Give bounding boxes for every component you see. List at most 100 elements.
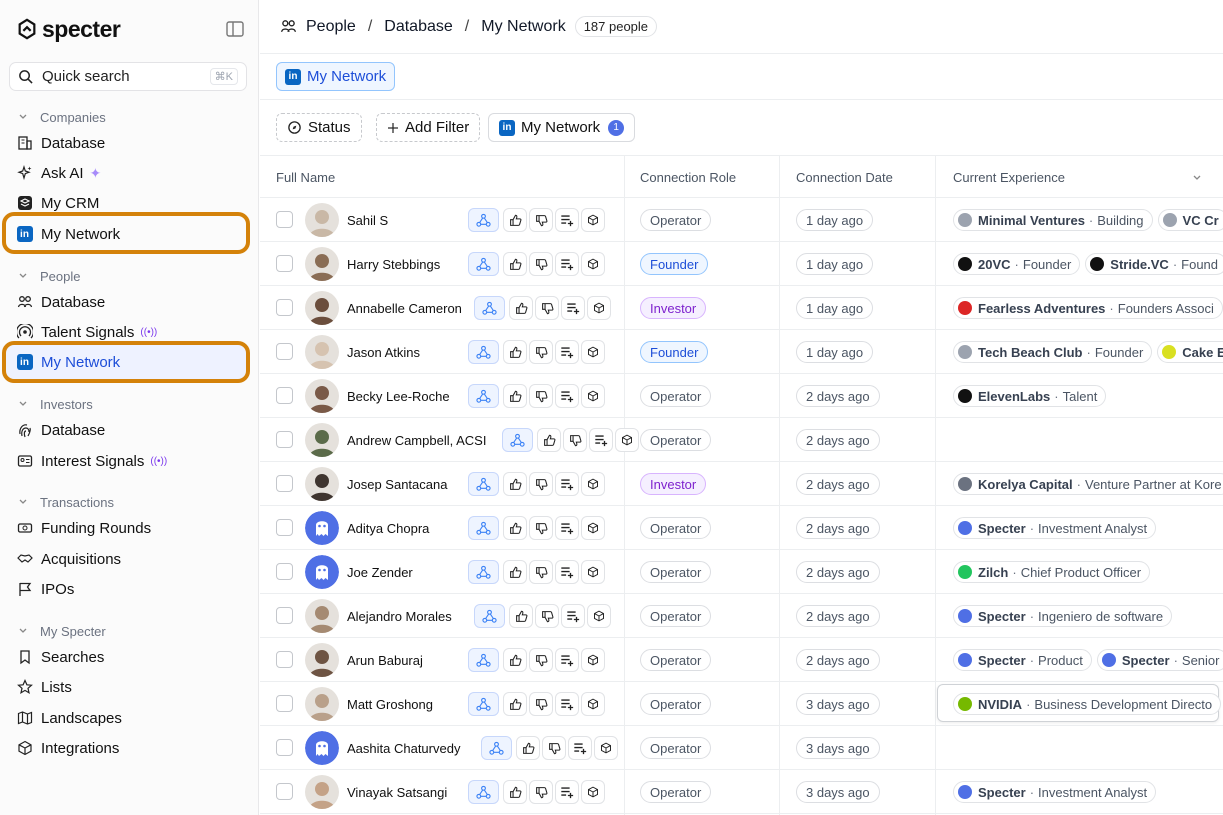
- sidebar-item-integrations[interactable]: Integrations: [16, 735, 119, 761]
- sidebar-item-acquisitions[interactable]: Acquisitions: [16, 546, 121, 572]
- row-checkbox[interactable]: [276, 607, 293, 624]
- integration-button[interactable]: [581, 648, 605, 672]
- avatar[interactable]: [305, 687, 339, 721]
- table-row[interactable]: Aashita Chaturvedy Operator 3 days ago: [260, 726, 1223, 770]
- sidebar-item-ipos[interactable]: IPOs: [16, 576, 74, 602]
- avatar[interactable]: [305, 643, 339, 677]
- dislike-button[interactable]: [529, 340, 553, 364]
- network-button[interactable]: [468, 560, 499, 584]
- sidebar-item-ask-ai[interactable]: Ask AI ✦: [16, 160, 101, 186]
- section-transactions[interactable]: Transactions: [18, 492, 114, 512]
- avatar[interactable]: [305, 335, 339, 369]
- avatar[interactable]: [305, 511, 339, 545]
- network-button[interactable]: [468, 648, 499, 672]
- avatar[interactable]: [305, 379, 339, 413]
- table-row[interactable]: Andrew Campbell, ACSI Operator 2 days ago: [260, 418, 1223, 462]
- sidebar-item-funding-rounds[interactable]: Funding Rounds: [16, 515, 151, 541]
- experience-chip[interactable]: Specter · Senior: [1096, 649, 1223, 671]
- avatar[interactable]: [305, 775, 339, 809]
- sidebar-item-interest-signals[interactable]: Interest Signals ((•)): [16, 448, 167, 474]
- dislike-button[interactable]: [535, 296, 559, 320]
- person-name[interactable]: Josep Santacana: [347, 462, 447, 506]
- network-button[interactable]: [481, 736, 512, 760]
- sidebar-item-people-database[interactable]: Database: [16, 289, 105, 315]
- network-button[interactable]: [468, 340, 499, 364]
- add-to-list-button[interactable]: [555, 208, 579, 232]
- person-name[interactable]: Sahil S: [347, 198, 388, 242]
- dislike-button[interactable]: [529, 252, 553, 276]
- integration-button[interactable]: [581, 560, 605, 584]
- integration-button[interactable]: [581, 252, 605, 276]
- dislike-button[interactable]: [529, 560, 553, 584]
- experience-chip[interactable]: 20VC · Founder: [953, 253, 1081, 275]
- avatar[interactable]: [305, 423, 339, 457]
- experience-chip[interactable]: Specter · Product: [953, 649, 1092, 671]
- experience-chip[interactable]: NVIDIA · Business Development Directo: [953, 693, 1222, 715]
- add-to-list-button[interactable]: [555, 340, 579, 364]
- integration-button[interactable]: [594, 736, 618, 760]
- table-row[interactable]: Josep Santacana Investor 2 days ago Korelya…: [260, 462, 1223, 506]
- dislike-button[interactable]: [529, 516, 553, 540]
- sidebar-item-companies-my-network[interactable]: in My Network: [16, 221, 120, 247]
- add-to-list-button[interactable]: [555, 252, 579, 276]
- like-button[interactable]: [503, 472, 527, 496]
- person-name[interactable]: Becky Lee-Roche: [347, 374, 450, 418]
- table-row[interactable]: Alejandro Morales Operator 2 days ago Spect…: [260, 594, 1223, 638]
- integration-button[interactable]: [615, 428, 639, 452]
- like-button[interactable]: [503, 252, 527, 276]
- add-to-list-button[interactable]: [555, 648, 579, 672]
- experience-chip[interactable]: ElevenLabs · Talent: [953, 385, 1107, 407]
- chevron-down-icon[interactable]: [1192, 173, 1202, 183]
- row-checkbox[interactable]: [276, 783, 293, 800]
- network-button[interactable]: [468, 208, 499, 232]
- like-button[interactable]: [503, 340, 527, 364]
- avatar[interactable]: [305, 731, 339, 765]
- column-full-name[interactable]: Full Name: [276, 156, 335, 198]
- dislike-button[interactable]: [542, 736, 566, 760]
- network-button[interactable]: [474, 296, 505, 320]
- status-filter-button[interactable]: Status: [276, 113, 362, 142]
- dislike-button[interactable]: [529, 780, 553, 804]
- column-connection-date[interactable]: Connection Date: [796, 156, 893, 198]
- like-button[interactable]: [503, 516, 527, 540]
- my-network-filter-chip[interactable]: in My Network 1: [488, 113, 636, 142]
- add-to-list-button[interactable]: [555, 692, 579, 716]
- person-name[interactable]: Annabelle Cameron: [347, 286, 462, 330]
- person-name[interactable]: Vinayak Satsangi: [347, 770, 447, 814]
- add-to-list-button[interactable]: [555, 516, 579, 540]
- dislike-button[interactable]: [535, 604, 559, 628]
- person-name[interactable]: Aditya Chopra: [347, 506, 429, 550]
- dislike-button[interactable]: [529, 384, 553, 408]
- section-people[interactable]: People: [18, 266, 80, 286]
- person-name[interactable]: Alejandro Morales: [347, 594, 452, 638]
- add-filter-button[interactable]: Add Filter: [376, 113, 481, 142]
- network-button[interactable]: [502, 428, 533, 452]
- sidebar-item-searches[interactable]: Searches: [16, 644, 104, 670]
- section-companies[interactable]: Companies: [18, 107, 106, 127]
- integration-button[interactable]: [587, 604, 611, 628]
- experience-chip[interactable]: Zilch · Chief Product Officer: [953, 561, 1151, 583]
- add-to-list-button[interactable]: [555, 384, 579, 408]
- like-button[interactable]: [503, 692, 527, 716]
- logo[interactable]: specter: [16, 14, 248, 44]
- dislike-button[interactable]: [529, 472, 553, 496]
- like-button[interactable]: [503, 560, 527, 584]
- row-checkbox[interactable]: [276, 343, 293, 360]
- experience-chip[interactable]: Fearless Adventures · Founders Associ: [953, 297, 1223, 319]
- network-button[interactable]: [468, 780, 499, 804]
- dislike-button[interactable]: [529, 692, 553, 716]
- dislike-button[interactable]: [563, 428, 587, 452]
- sidebar-item-people-my-network[interactable]: in My Network: [16, 349, 120, 375]
- like-button[interactable]: [516, 736, 540, 760]
- experience-chip[interactable]: Korelya Capital · Venture Partner at Kore: [953, 473, 1223, 495]
- network-button[interactable]: [468, 252, 499, 276]
- integration-button[interactable]: [581, 340, 605, 364]
- tab-my-network[interactable]: in My Network: [276, 62, 396, 91]
- integration-button[interactable]: [581, 208, 605, 232]
- network-button[interactable]: [474, 604, 505, 628]
- column-current-experience[interactable]: Current Experience: [953, 156, 1065, 198]
- table-row[interactable]: Sahil S Operator 1 day ago Minimal Ventures…: [260, 198, 1223, 242]
- table-row[interactable]: Jason Atkins Founder 1 day ago Tech Beach C…: [260, 330, 1223, 374]
- add-to-list-button[interactable]: [589, 428, 613, 452]
- person-name[interactable]: Joe Zender: [347, 550, 413, 594]
